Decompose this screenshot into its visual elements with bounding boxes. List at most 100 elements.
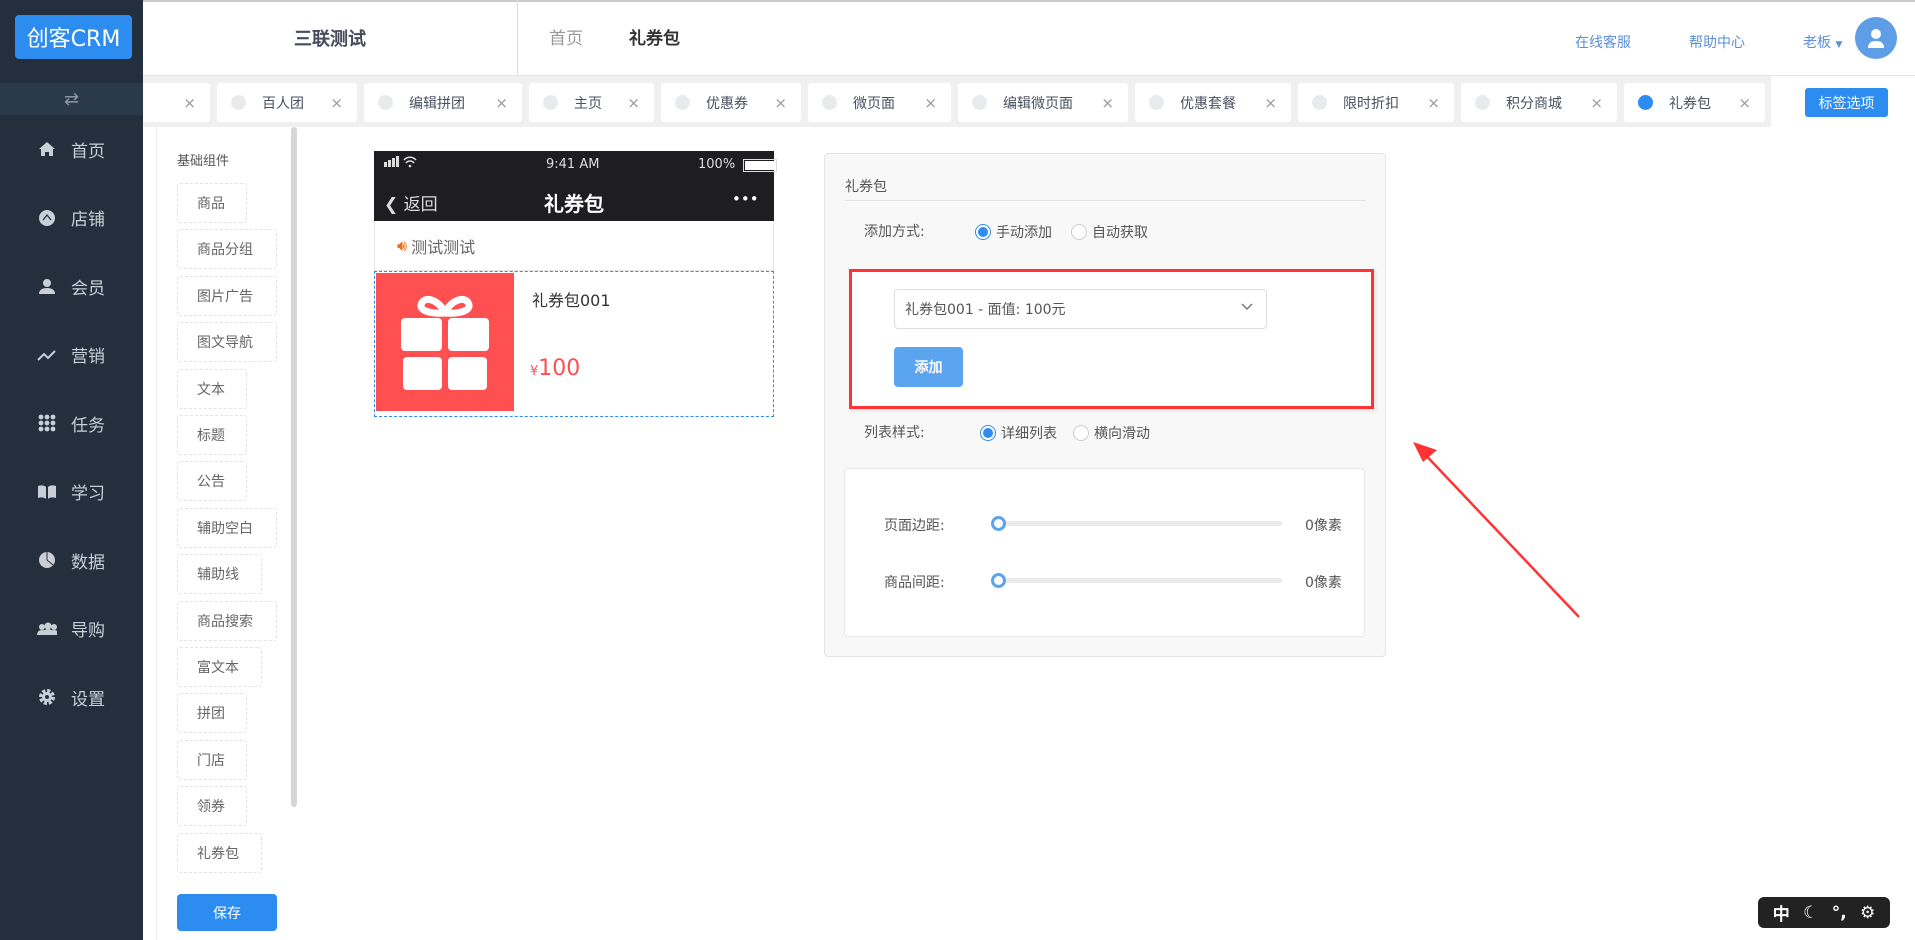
close-icon[interactable]: × xyxy=(183,94,196,112)
help-center-link[interactable]: 帮助中心 xyxy=(1689,32,1745,52)
tab-3[interactable]: 主页 × xyxy=(529,83,654,122)
sidebar-item-6[interactable]: 数据 xyxy=(0,540,143,580)
component-2[interactable]: 图片广告 xyxy=(177,275,277,316)
tab-status-dot xyxy=(543,95,558,110)
tab-2[interactable]: 编辑拼团 × xyxy=(364,83,522,122)
tab-6[interactable]: 编辑微页面 × xyxy=(958,83,1128,122)
tab-9[interactable]: 积分商城 × xyxy=(1461,83,1617,122)
avatar[interactable] xyxy=(1855,17,1897,59)
group-icon xyxy=(37,622,57,636)
page-margin-value: 0像素 xyxy=(1305,518,1342,534)
radio-detail-list[interactable]: 详细列表 xyxy=(980,423,1057,443)
sidebar-item-2[interactable]: 会员 xyxy=(0,266,143,306)
radio-button xyxy=(1071,224,1087,240)
slider-handle[interactable] xyxy=(991,516,1006,531)
scrollbar[interactable] xyxy=(291,127,297,807)
sidebar-item-label: 设置 xyxy=(71,689,105,710)
component-5[interactable]: 标题 xyxy=(177,415,247,455)
spacing-settings xyxy=(844,468,1365,637)
tab-status-dot xyxy=(1312,95,1327,110)
tab-label: 积分商城 xyxy=(1506,95,1562,112)
coupon-select[interactable]: 礼券包001 - 面值: 100元 xyxy=(894,289,1267,329)
save-button[interactable]: 保存 xyxy=(177,894,277,931)
logo[interactable]: 创客CRM xyxy=(15,15,132,59)
tab-7[interactable]: 优惠套餐 × xyxy=(1135,83,1291,122)
caret-down-icon: ▼ xyxy=(1835,40,1843,50)
more-icon[interactable]: ••• xyxy=(732,190,759,208)
tab-status-dot xyxy=(378,95,393,110)
online-service-link[interactable]: 在线客服 xyxy=(1575,32,1631,52)
radio-button xyxy=(975,224,991,240)
sidebar-item-label: 数据 xyxy=(71,552,105,573)
close-icon[interactable]: × xyxy=(330,94,343,112)
component-7[interactable]: 辅助空白 xyxy=(177,507,277,548)
radio-auto-fetch[interactable]: 自动获取 xyxy=(1071,222,1148,242)
gift-image xyxy=(376,273,514,411)
close-icon[interactable]: × xyxy=(627,94,640,112)
tab-label: 百人团 xyxy=(262,95,304,112)
component-13[interactable]: 领券 xyxy=(177,786,247,827)
sidebar-item-5[interactable]: 学习 xyxy=(0,472,143,512)
sidebar-item-1[interactable]: 店铺 xyxy=(0,198,143,238)
close-icon[interactable]: × xyxy=(1590,94,1603,112)
tab-5[interactable]: 微页面 × xyxy=(808,83,951,122)
component-11[interactable]: 拼团 xyxy=(177,693,247,734)
sidebar-item-8[interactable]: 设置 xyxy=(0,677,143,717)
close-icon[interactable]: × xyxy=(1738,94,1751,112)
sidebar-item-7[interactable]: 导购 xyxy=(0,609,143,649)
sidebar-item-3[interactable]: 营销 xyxy=(0,335,143,375)
breadcrumb-home[interactable]: 首页 xyxy=(549,24,583,49)
radio-horizontal-scroll[interactable]: 横向滑动 xyxy=(1073,423,1150,443)
sidebar-item-label: 任务 xyxy=(71,415,105,436)
tab-1[interactable]: 百人团 × xyxy=(217,83,357,122)
item-gap-value: 0像素 xyxy=(1305,575,1342,591)
tab-0[interactable]: 理× xyxy=(143,83,210,122)
tab-10[interactable]: 礼券包 × xyxy=(1624,83,1765,122)
punctuation-icon[interactable]: °, xyxy=(1832,903,1847,923)
sidebar-item-label: 会员 xyxy=(71,278,105,299)
tag-options-button[interactable]: 标签选项 xyxy=(1805,88,1888,117)
component-9[interactable]: 商品搜索 xyxy=(177,600,277,641)
close-icon[interactable]: × xyxy=(1101,94,1114,112)
component-10[interactable]: 富文本 xyxy=(177,647,262,687)
sidebar-item-label: 首页 xyxy=(71,141,105,162)
tab-4[interactable]: 优惠券 × xyxy=(661,83,801,122)
item-gap-slider[interactable] xyxy=(991,573,1282,588)
ime-language[interactable]: 中 xyxy=(1773,900,1790,925)
sidebar-item-0[interactable]: 首页 xyxy=(0,129,143,169)
component-12[interactable]: 门店 xyxy=(177,739,247,780)
page-margin-label: 页面边距: xyxy=(884,518,945,534)
close-icon[interactable]: × xyxy=(774,94,787,112)
tab-status-dot xyxy=(1638,95,1653,110)
grid-icon xyxy=(37,414,57,432)
slider-handle[interactable] xyxy=(991,573,1006,588)
tab-label: 编辑拼团 xyxy=(409,95,465,112)
moon-icon[interactable]: ☾ xyxy=(1803,903,1818,923)
user-icon xyxy=(37,278,57,294)
sidebar-item-label: 学习 xyxy=(71,484,105,504)
close-icon[interactable]: × xyxy=(924,94,937,112)
component-6[interactable]: 公告 xyxy=(177,461,247,502)
component-4[interactable]: 文本 xyxy=(177,368,247,409)
radio-manual-add[interactable]: 手动添加 xyxy=(975,222,1052,242)
sidebar-item-label: 导购 xyxy=(71,621,105,641)
coupon-item[interactable]: 礼券包001 ¥100 xyxy=(374,271,774,417)
gear-icon[interactable]: ⚙ xyxy=(1860,903,1875,923)
close-icon[interactable]: × xyxy=(1427,94,1440,112)
sidebar-toggle[interactable]: ⇄ xyxy=(0,83,143,115)
battery-icon xyxy=(743,159,777,172)
page-margin-slider[interactable] xyxy=(991,516,1282,531)
phone-time: 9:41 AM xyxy=(546,157,600,172)
component-1[interactable]: 商品分组 xyxy=(177,229,277,270)
component-14[interactable]: 礼券包 xyxy=(177,832,262,873)
close-icon[interactable]: × xyxy=(495,94,508,112)
component-8[interactable]: 辅助线 xyxy=(177,554,262,595)
component-3[interactable]: 图文导航 xyxy=(177,322,277,363)
add-button[interactable]: 添加 xyxy=(894,347,963,387)
user-menu[interactable]: 老板 ▼ xyxy=(1803,32,1842,52)
component-0[interactable]: 商品 xyxy=(177,183,247,223)
close-icon[interactable]: × xyxy=(1264,94,1277,112)
ime-toolbar[interactable]: 中 ☾ °, ⚙ xyxy=(1758,897,1890,928)
tab-8[interactable]: 限时折扣 × xyxy=(1298,83,1454,122)
sidebar-item-4[interactable]: 任务 xyxy=(0,403,143,443)
